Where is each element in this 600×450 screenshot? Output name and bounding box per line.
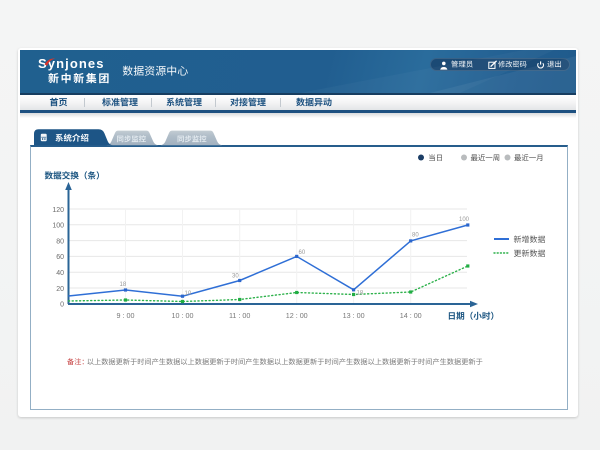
svg-text:14 : 00: 14 : 00	[400, 311, 422, 320]
svg-text:60: 60	[299, 250, 306, 256]
svg-text:18: 18	[357, 291, 364, 297]
svg-text:10 : 00: 10 : 00	[172, 311, 194, 320]
svg-text:12 : 00: 12 : 00	[286, 311, 308, 320]
svg-text:100: 100	[52, 223, 64, 230]
svg-text:30: 30	[232, 274, 239, 280]
svg-text:20: 20	[56, 286, 64, 293]
svg-text:80: 80	[412, 233, 419, 239]
svg-text:40: 40	[56, 270, 64, 277]
svg-text:11 : 00: 11 : 00	[229, 311, 250, 320]
svg-text:13 : 00: 13 : 00	[343, 311, 365, 320]
svg-text:60: 60	[56, 254, 64, 261]
svg-text:10: 10	[185, 291, 192, 297]
svg-text:0: 0	[60, 302, 64, 309]
svg-text:120: 120	[52, 207, 64, 214]
svg-text:18: 18	[120, 282, 127, 288]
svg-text:9 : 00: 9 : 00	[117, 311, 135, 320]
svg-text:80: 80	[56, 238, 64, 245]
svg-text:100: 100	[459, 217, 470, 223]
